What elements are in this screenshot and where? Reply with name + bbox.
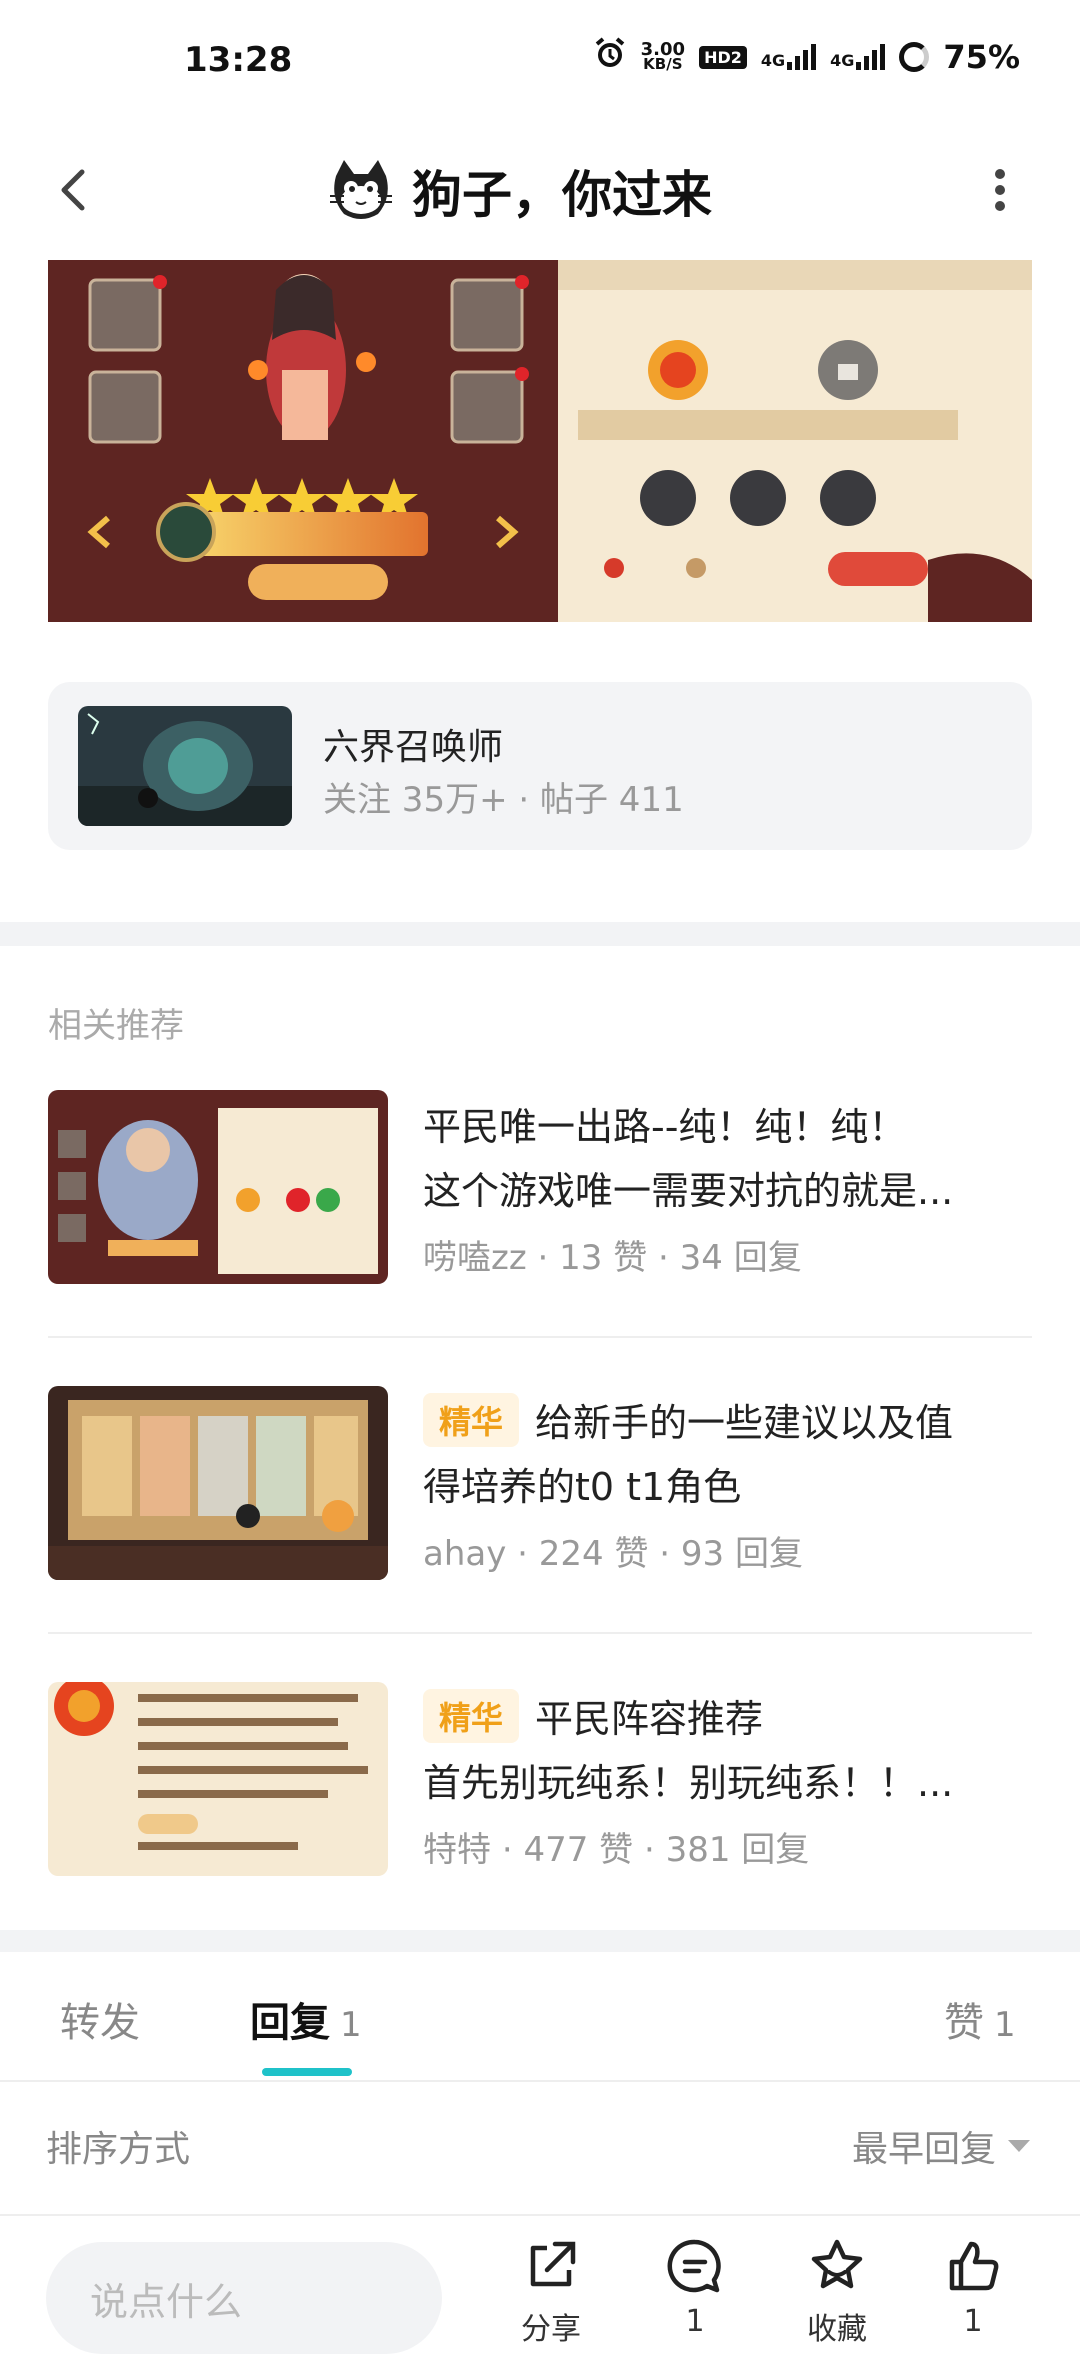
related-post-thumbnail [48, 1682, 388, 1876]
title-group: 狗子，你过来 [326, 146, 712, 236]
battery-icon [899, 42, 930, 72]
more-button[interactable] [980, 160, 1020, 220]
forum-followers: 关注 35万+ [323, 780, 508, 820]
related-post-title-line2: 这个游戏唯一需要对抗的就是... [423, 1169, 954, 1213]
tab-reply-count: 1 [340, 2005, 362, 2045]
post-replies: 93 回复 [680, 1534, 803, 1574]
back-button[interactable] [48, 150, 108, 230]
share-icon [530, 2241, 576, 2287]
collect-button[interactable]: 收藏 [782, 2236, 892, 2348]
meta-dot: · [659, 1534, 681, 1574]
related-post[interactable]: 精华 给新手的一些建议以及值 得培养的t0 t1角色 ahay · 224 赞 ·… [48, 1386, 1032, 1580]
related-post-meta: ahay · 224 赞 · 93 回复 [423, 1526, 803, 1575]
related-post-meta: 唠嗑zz · 13 赞 · 34 回复 [423, 1230, 802, 1279]
comment-icon [667, 2239, 721, 2293]
forum-thumbnail [78, 706, 292, 826]
comment-input[interactable]: 说点什么 [46, 2242, 442, 2354]
post-author: ahay [423, 1534, 507, 1574]
related-post-title-line1: 精华 平民阵容推荐 [423, 1688, 763, 1743]
tab-reply[interactable]: 回复 1 [250, 1990, 362, 2048]
forum-stats: 关注 35万+ · 帖子 411 [323, 772, 684, 821]
section-divider [0, 1930, 1080, 1952]
tab-like-label: 赞 [944, 2000, 984, 2046]
status-time: 13:28 [184, 40, 293, 80]
title-text: 平民阵容推荐 [535, 1697, 764, 1741]
caret-down-icon [1008, 2140, 1030, 2152]
list-divider [48, 1336, 1032, 1338]
collect-label: 收藏 [807, 2312, 867, 2347]
post-likes: 224 赞 [538, 1534, 649, 1574]
hd-badge: HD2 [699, 45, 747, 69]
alarm-icon [593, 36, 627, 78]
signal-2: 4G [830, 44, 886, 70]
tab-forward[interactable]: 转发 [60, 1990, 140, 2048]
featured-tag: 精华 [423, 1688, 520, 1743]
title-text: 给新手的一些建议以及值 [535, 1401, 954, 1445]
chevron-left-icon [61, 169, 85, 211]
page-title: 狗子，你过来 [412, 166, 712, 224]
more-vertical-icon [995, 169, 1005, 211]
like-count: 1 [963, 2304, 983, 2339]
sort-bar: 排序方式 最早回复 [0, 2080, 1080, 2210]
related-post-meta: 特特 · 477 赞 · 381 回复 [423, 1822, 809, 1871]
net-speed: 3.00 KB/S [641, 41, 685, 73]
sort-label: 排序方式 [46, 2129, 191, 2170]
related-post-title-line1: 平民唯一出路--纯！纯！纯！ [423, 1096, 906, 1151]
meta-dot: · [537, 1238, 560, 1278]
top-nav: 狗子，你过来 [0, 120, 1080, 260]
forum-posts: 帖子 411 [540, 780, 684, 820]
related-post[interactable]: 平民唯一出路--纯！纯！纯！ 这个游戏唯一需要对抗的就是... 唠嗑zz · 1… [48, 1090, 1032, 1284]
related-label: 相关推荐 [48, 1006, 184, 1046]
comment-button[interactable]: 1 [640, 2236, 750, 2339]
interaction-tabs: 转发 回复 1 赞1 [0, 1950, 1080, 2078]
status-icons: 3.00 KB/S HD2 4G 4G 75% [593, 36, 1020, 78]
signal-bars-icon [787, 44, 817, 70]
post-author: 唠嗑zz [423, 1238, 527, 1278]
list-divider [48, 1632, 1032, 1634]
tab-like-count: 1 [994, 2005, 1016, 2045]
post-replies: 381 回复 [665, 1830, 810, 1870]
signal-1: 4G [760, 44, 817, 70]
meta-dot: · [643, 1830, 666, 1870]
signal-bars-icon [856, 44, 886, 70]
related-post-thumbnail [48, 1386, 388, 1580]
comment-count: 1 [685, 2304, 705, 2339]
post-image[interactable] [48, 260, 1032, 622]
meta-dot: · [658, 1238, 680, 1278]
tab-reply-label: 回复 [250, 2000, 330, 2046]
share-label: 分享 [521, 2312, 581, 2347]
section-divider [0, 922, 1080, 946]
sort-value: 最早回复 [851, 2129, 996, 2170]
like-button[interactable]: 1 [918, 2236, 1028, 2339]
related-post-title-line2: 得培养的t0 t1角色 [423, 1465, 742, 1509]
featured-tag: 精华 [423, 1392, 520, 1447]
related-post-title-line1: 精华 给新手的一些建议以及值 [423, 1392, 953, 1447]
share-button[interactable]: 分享 [496, 2236, 606, 2348]
forum-card[interactable]: 六界召唤师 关注 35万+ · 帖子 411 [48, 682, 1032, 850]
thumbs-up-icon [949, 2241, 999, 2291]
related-post-thumbnail [48, 1090, 388, 1284]
signal-1-label: 4G [760, 51, 786, 70]
tab-like[interactable]: 赞1 [944, 1990, 1016, 2048]
post-replies: 34 回复 [679, 1238, 802, 1278]
battery-level: 75% [943, 38, 1020, 76]
meta-dot: · [518, 780, 540, 820]
post-author: 特特 [423, 1830, 491, 1870]
star-icon [811, 2239, 863, 2289]
bottom-action-bar: 说点什么 分享 1 收藏 1 [0, 2214, 1080, 2376]
cat-avatar-icon [326, 156, 396, 226]
active-tab-indicator [262, 2068, 352, 2076]
forum-name: 六界召唤师 [323, 727, 504, 768]
title-text: 平民唯一出路--纯！纯！纯！ [423, 1105, 907, 1149]
meta-dot: · [517, 1534, 539, 1574]
post-likes: 13 赞 [559, 1238, 648, 1278]
meta-dot: · [501, 1830, 524, 1870]
status-bar: 13:28 3.00 KB/S HD2 4G 4G 75% [0, 0, 1080, 120]
net-speed-unit: KB/S [643, 55, 683, 73]
related-post[interactable]: 精华 平民阵容推荐 首先别玩纯系！别玩纯系！！... 特特 · 477 赞 · 3… [48, 1682, 1032, 1876]
signal-2-label: 4G [830, 51, 855, 70]
related-post-title-line2: 首先别玩纯系！别玩纯系！！... [423, 1761, 954, 1805]
sort-dropdown[interactable]: 最早回复 [852, 2120, 1032, 2172]
post-likes: 477 赞 [523, 1830, 634, 1870]
